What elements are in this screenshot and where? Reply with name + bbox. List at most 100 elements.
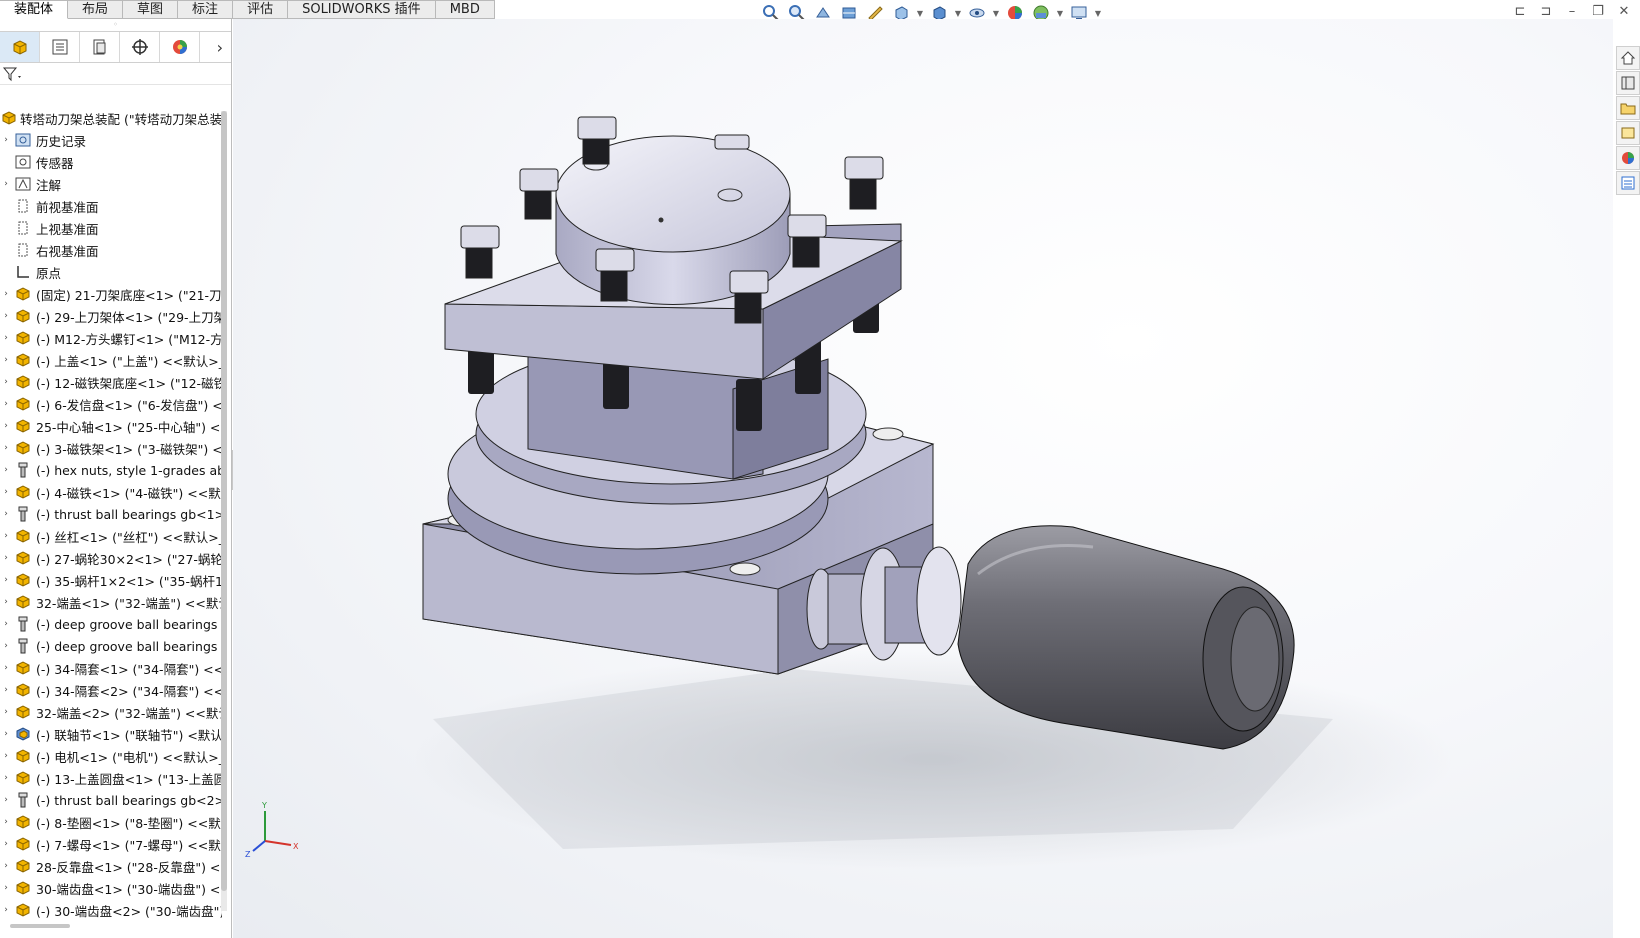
tree-node[interactable]: › (-) 8-垫圈<1> ("8-垫圈") <<默认 <box>0 811 222 833</box>
expand-arrow-icon[interactable]: › <box>0 685 12 695</box>
ribbon-tab-4[interactable]: 评估 <box>233 0 289 19</box>
expand-arrow-icon[interactable]: › <box>0 465 12 475</box>
tree-node[interactable]: › (-) 上盖<1> ("上盖") <<默认>_ <box>0 349 222 371</box>
tree-node[interactable]: › 32-端盖<2> ("32-端盖") <<默认 <box>0 701 222 723</box>
assembly-model[interactable] <box>233 19 1613 938</box>
design-library-icon[interactable] <box>1616 71 1640 95</box>
ribbon-tab-5[interactable]: SOLIDWORKS 插件 <box>288 0 436 19</box>
tile-right-icon[interactable]: ⊐ <box>1538 2 1554 20</box>
tree-node[interactable]: › (-) 3-磁铁架<1> ("3-磁铁架") < <box>0 437 222 459</box>
expand-arrow-icon[interactable]: › <box>0 289 12 299</box>
tree-node[interactable]: › 历史记录 <box>0 129 222 151</box>
tree-node[interactable]: › (-) thrust ball bearings gb<1> <box>0 503 222 525</box>
solidworks-resources-home-icon[interactable] <box>1616 46 1640 70</box>
expand-arrow-icon[interactable]: › <box>0 179 12 189</box>
restore-icon[interactable]: ❐ <box>1590 2 1606 20</box>
expand-arrow-icon[interactable]: › <box>0 751 12 761</box>
expand-arrow-icon[interactable]: › <box>0 641 12 651</box>
propertymanager-tab-icon[interactable] <box>40 32 80 62</box>
tree-node[interactable]: 右视基准面 <box>0 239 222 261</box>
filter-icon[interactable] <box>2 66 24 82</box>
expand-arrow-icon[interactable]: › <box>0 443 12 453</box>
tree-node[interactable]: › (-) M12-方头螺钉<1> ("M12-方 <box>0 327 222 349</box>
tree-node[interactable]: › (-) 6-发信盘<1> ("6-发信盘") < <box>0 393 222 415</box>
tree-node[interactable]: › (-) 电机<1> ("电机") <<默认>_ <box>0 745 222 767</box>
minimize-icon[interactable]: – <box>1564 2 1580 20</box>
tree-root-assembly[interactable]: 转塔动刀架总装配 ("转塔动刀架总装配 <box>0 107 222 129</box>
expand-arrow-icon[interactable]: › <box>0 861 12 871</box>
tree-node[interactable]: 传感器 <box>0 151 222 173</box>
tree-node[interactable]: › (-) 丝杠<1> ("丝杠") <<默认>_ <box>0 525 222 547</box>
tree-node[interactable]: › (-) 12-磁铁架底座<1> ("12-磁铁 <box>0 371 222 393</box>
expand-arrow-icon[interactable]: › <box>0 421 12 431</box>
dimxpert-tab-icon[interactable] <box>120 32 160 62</box>
expand-arrow-icon[interactable]: › <box>0 531 12 541</box>
tree-horizontal-scrollbar[interactable] <box>10 924 70 928</box>
expand-arrow-icon[interactable]: › <box>0 817 12 827</box>
tree-node[interactable]: 前视基准面 <box>0 195 222 217</box>
tree-node[interactable]: › (-) deep groove ball bearings <box>0 613 222 635</box>
expand-arrow-icon[interactable]: › <box>0 135 12 145</box>
tile-left-icon[interactable]: ⊏ <box>1512 2 1528 20</box>
expand-arrow-icon[interactable]: › <box>0 707 12 717</box>
ribbon-tab-6[interactable]: MBD <box>435 0 495 19</box>
expand-arrow-icon[interactable]: › <box>0 553 12 563</box>
tree-node[interactable]: › (-) thrust ball bearings gb<2> <box>0 789 222 811</box>
tree-node[interactable]: › (-) 34-隔套<1> ("34-隔套") << <box>0 657 222 679</box>
tree-node[interactable]: › 25-中心轴<1> ("25-中心轴") < <box>0 415 222 437</box>
tree-node[interactable]: › 注解 <box>0 173 222 195</box>
tree-node[interactable]: › (-) 4-磁铁<1> ("4-磁铁") <<默认 <box>0 481 222 503</box>
displaymanager-tab-icon[interactable] <box>160 32 200 62</box>
tree-node[interactable]: › (-) 29-上刀架体<1> ("29-上刀架 <box>0 305 222 327</box>
expand-arrow-icon[interactable]: › <box>0 839 12 849</box>
expand-arrow-icon[interactable]: › <box>0 883 12 893</box>
tree-node[interactable]: › (-) 35-蜗杆1×2<1> ("35-蜗杆1 <box>0 569 222 591</box>
tree-node[interactable]: › (-) hex nuts, style 1-grades ab <box>0 459 222 481</box>
configurationmanager-tab-icon[interactable] <box>80 32 120 62</box>
expand-arrow-icon[interactable]: › <box>0 597 12 607</box>
tree-node[interactable]: › (固定) 21-刀架底座<1> ("21-刀架 <box>0 283 222 305</box>
file-explorer-icon[interactable] <box>1616 96 1640 120</box>
tree-node[interactable]: › (-) 27-蜗轮30×2<1> ("27-蜗轮 <box>0 547 222 569</box>
tree-node[interactable]: › 32-端盖<1> ("32-端盖") <<默认 <box>0 591 222 613</box>
custom-properties-icon[interactable] <box>1616 171 1640 195</box>
expand-arrow-icon[interactable]: › <box>0 663 12 673</box>
expand-arrow-icon[interactable]: › <box>0 311 12 321</box>
expand-arrow-icon[interactable]: › <box>0 619 12 629</box>
expand-arrow-icon[interactable]: › <box>0 399 12 409</box>
tree-node[interactable]: › 28-反靠盘<1> ("28-反靠盘") << <box>0 855 222 877</box>
expand-arrow-icon[interactable]: › <box>0 905 12 915</box>
view-palette-icon[interactable] <box>1616 121 1640 145</box>
close-icon[interactable]: ✕ <box>1616 2 1632 20</box>
tree-node[interactable]: › (-) 7-螺母<1> ("7-螺母") <<默认 <box>0 833 222 855</box>
tree-node[interactable]: › (-) 13-上盖圆盘<1> ("13-上盖圆 <box>0 767 222 789</box>
tree-node[interactable]: 上视基准面 <box>0 217 222 239</box>
tree-node[interactable]: › 30-端齿盘<1> ("30-端齿盘") << <box>0 877 222 899</box>
expand-arrow-icon[interactable]: › <box>0 795 12 805</box>
tree-vertical-scrollbar[interactable] <box>221 111 227 911</box>
graphics-area[interactable]: Y X Z <box>233 19 1613 938</box>
expand-arrow-icon[interactable]: › <box>0 377 12 387</box>
tree-filter[interactable] <box>0 63 231 85</box>
ribbon-tab-0[interactable]: 装配体 <box>0 0 69 19</box>
featuremanager-tab-icon[interactable] <box>0 32 40 62</box>
ribbon-tab-3[interactable]: 标注 <box>178 0 234 19</box>
tree-node[interactable]: › (-) 34-隔套<2> ("34-隔套") << <box>0 679 222 701</box>
tree-node[interactable]: 原点 <box>0 261 222 283</box>
expand-arrow-icon[interactable]: › <box>0 773 12 783</box>
expand-arrow-icon[interactable]: › <box>0 487 12 497</box>
tree-node[interactable]: › (-) deep groove ball bearings <box>0 635 222 657</box>
ribbon-tab-2[interactable]: 草图 <box>123 0 179 19</box>
tree-node[interactable]: › (-) 30-端齿盘<2> ("30-端齿盘") <box>0 899 222 921</box>
pane-grip-icon[interactable]: ◦ <box>0 19 231 31</box>
expand-arrow-icon[interactable]: › <box>0 729 12 739</box>
more-tabs-chevron-icon[interactable]: › <box>200 38 231 57</box>
tree-node[interactable]: › (-) 联轴节<1> ("联轴节") <默认 <box>0 723 222 745</box>
expand-arrow-icon[interactable]: › <box>0 355 12 365</box>
expand-arrow-icon[interactable]: › <box>0 509 12 519</box>
expand-arrow-icon[interactable]: › <box>0 333 12 343</box>
expand-arrow-icon[interactable]: › <box>0 575 12 585</box>
tree-scroll-thumb[interactable] <box>221 111 227 891</box>
appearances-icon[interactable] <box>1616 146 1640 170</box>
ribbon-tab-1[interactable]: 布局 <box>68 0 124 19</box>
